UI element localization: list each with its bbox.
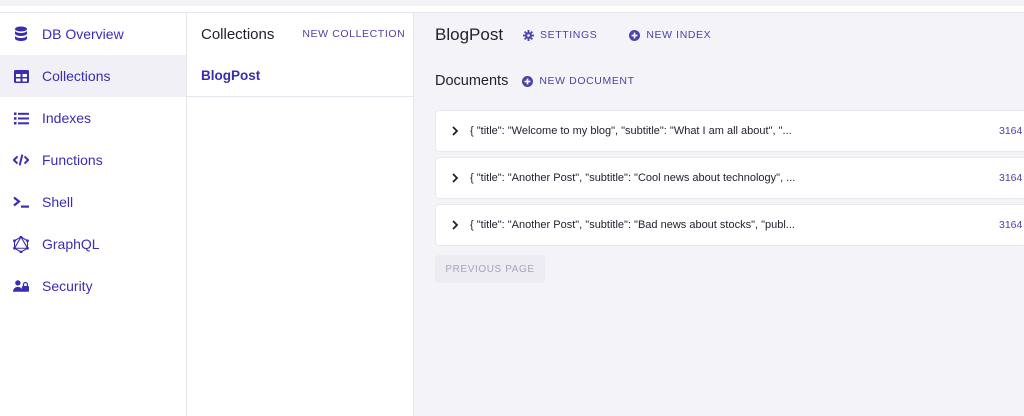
document-id[interactable]: 3164 [999,172,1022,184]
previous-page-button[interactable]: PREVIOUS PAGE [435,255,545,283]
document-preview: { "title": "Another Post", "subtitle": "… [470,172,796,184]
sidebar-item-label: Shell [42,194,74,210]
document-row[interactable]: { "title": "Welcome to my blog", "subtit… [435,110,1024,152]
sidebar-item-label: Functions [42,152,103,168]
document-row[interactable]: { "title": "Another Post", "subtitle": "… [435,157,1024,199]
collection-header: BlogPost SETTINGS NEW INDEX [414,13,1024,57]
users-lock-icon [13,278,29,294]
table-icon [13,68,29,84]
list-icon [13,110,29,126]
main-panel: BlogPost SETTINGS NEW INDEX Documents NE… [414,13,1024,416]
documents-list: { "title": "Welcome to my blog", "subtit… [435,110,1024,251]
code-icon [13,152,29,168]
database-icon [13,26,29,42]
sidebar-item-label: DB Overview [42,26,124,42]
collections-title: Collections [201,25,275,43]
graphql-icon [13,235,29,253]
sidebar-item-label: GraphQL [42,236,100,252]
sidebar-item-label: Security [42,278,93,294]
collections-panel: Collections NEW COLLECTION BlogPost [187,13,414,416]
sidebar-item-shell[interactable]: Shell [0,181,186,223]
new-index-label: NEW INDEX [646,29,712,41]
document-preview: { "title": "Welcome to my blog", "subtit… [470,125,792,137]
sidebar-item-indexes[interactable]: Indexes [0,97,186,139]
document-row[interactable]: { "title": "Another Post", "subtitle": "… [435,204,1024,246]
sidebar: DB Overview Collections Indexes Function… [0,13,187,416]
app-window: DB Overview Collections Indexes Function… [0,0,1024,416]
collection-item-blogpost[interactable]: BlogPost [187,55,413,97]
chevron-right-icon[interactable] [452,173,462,183]
new-collection-button[interactable]: NEW COLLECTION [302,28,405,40]
page-title: BlogPost [435,25,504,44]
settings-button[interactable]: SETTINGS [523,29,597,41]
document-id[interactable]: 3164 [999,125,1022,137]
sidebar-item-db-overview[interactable]: DB Overview [0,13,186,55]
new-index-button[interactable]: NEW INDEX [629,29,711,41]
sidebar-item-security[interactable]: Security [0,265,186,307]
chevron-right-icon[interactable] [452,220,462,230]
settings-label: SETTINGS [540,29,598,41]
new-document-label: NEW DOCUMENT [539,75,635,87]
document-id[interactable]: 3164 [999,219,1022,231]
new-document-button[interactable]: NEW DOCUMENT [522,75,634,87]
sidebar-item-label: Indexes [42,110,92,126]
terminal-icon [13,194,29,210]
gear-icon [523,29,535,41]
sidebar-item-label: Collections [42,68,111,84]
sidebar-item-graphql[interactable]: GraphQL [0,223,186,265]
chevron-right-icon[interactable] [452,126,462,136]
document-preview: { "title": "Another Post", "subtitle": "… [470,219,795,231]
sidebar-item-functions[interactable]: Functions [0,139,186,181]
collections-header: Collections NEW COLLECTION [187,13,413,55]
plus-circle-icon [522,75,534,87]
documents-header: Documents NEW DOCUMENT [414,57,1024,105]
plus-circle-icon [629,29,641,41]
documents-title: Documents [435,73,509,89]
sidebar-item-collections[interactable]: Collections [0,55,186,97]
